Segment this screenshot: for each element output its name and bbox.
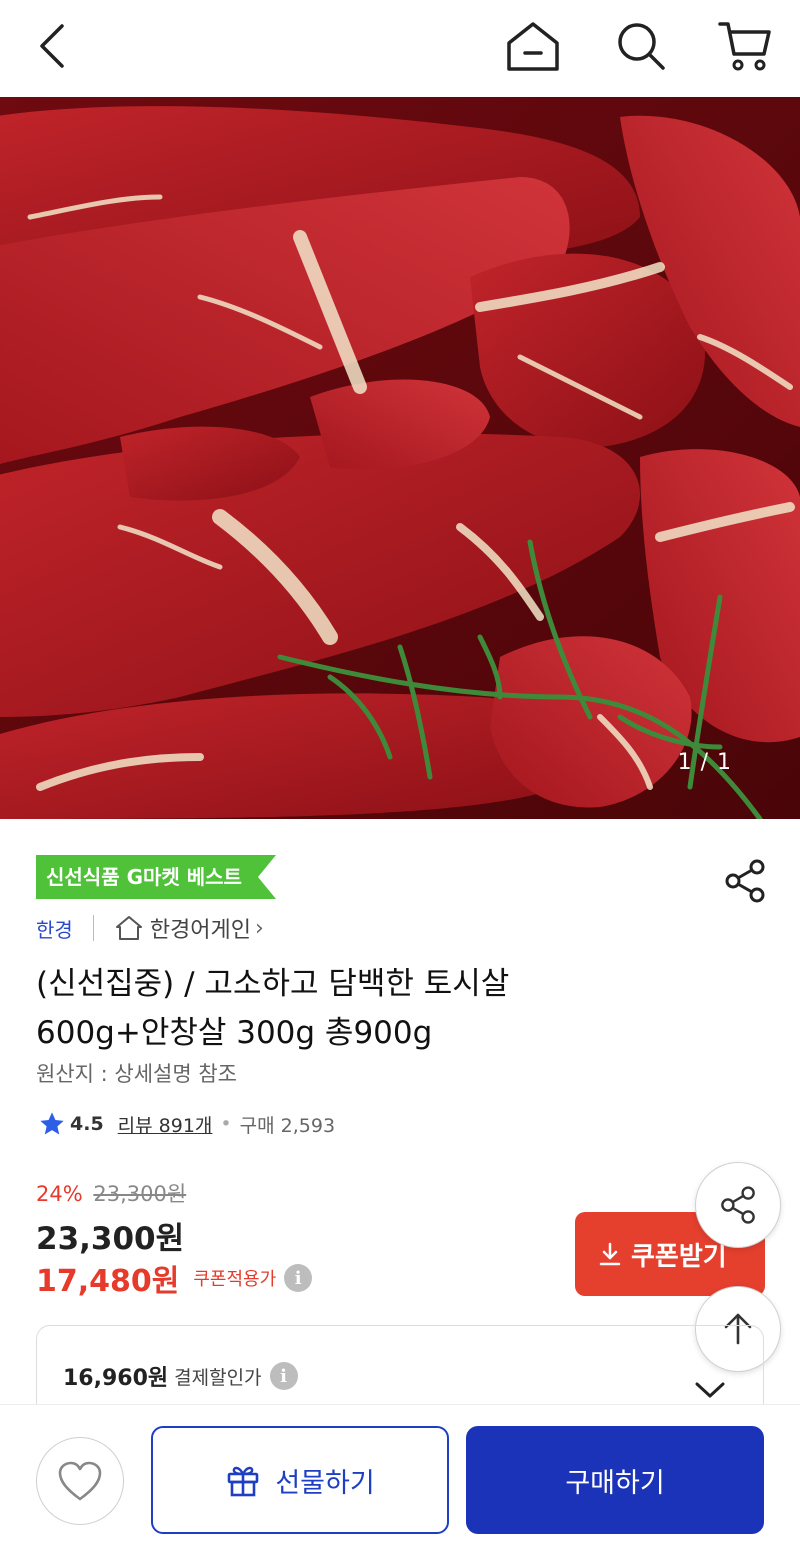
review-link[interactable]: 리뷰 891개 xyxy=(118,1111,213,1138)
badge-row: 신선식품 G마켓 베스트 xyxy=(36,855,276,899)
coupon-price: 17,480원 xyxy=(36,1264,180,1299)
back-button[interactable] xyxy=(22,14,82,78)
store-name-link[interactable]: 한경어게인 xyxy=(150,912,251,944)
floating-share-button[interactable] xyxy=(695,1162,781,1248)
coupon-price-label: 쿠폰적용가 xyxy=(193,1269,277,1290)
bottom-action-bar: 선물하기 구매하기 xyxy=(0,1404,800,1549)
beef-photo xyxy=(0,97,800,819)
cart-icon xyxy=(718,22,771,71)
top-navigation-bar xyxy=(0,0,800,97)
store-home-icon xyxy=(115,916,142,940)
share-icon xyxy=(721,1186,755,1224)
search-button[interactable] xyxy=(608,14,674,78)
image-counter: 1 / 1 xyxy=(677,750,732,775)
buy-button[interactable]: 구매하기 xyxy=(466,1426,764,1534)
product-title-line1: (신선집중) / 고소하고 담백한 토시살 xyxy=(36,966,510,1002)
gift-button[interactable]: 선물하기 xyxy=(151,1426,449,1534)
coupon-price-row: 17,480원 쿠폰적용가 i xyxy=(36,1256,313,1300)
share-icon xyxy=(725,859,765,903)
seller-brand-link[interactable]: 한경 xyxy=(36,914,73,943)
divider xyxy=(92,915,94,941)
star-icon xyxy=(40,1112,64,1135)
heart-icon xyxy=(58,1461,102,1501)
sale-price: 23,300원 xyxy=(36,1221,185,1257)
info-icon[interactable]: i xyxy=(269,1362,298,1390)
info-icon[interactable]: i xyxy=(284,1264,313,1292)
original-price: 23,300원 xyxy=(93,1182,187,1206)
download-icon xyxy=(599,1242,621,1266)
cart-button[interactable] xyxy=(712,14,778,78)
buy-button-label: 구매하기 xyxy=(565,1467,665,1499)
payment-discount-label: 결제할인가 xyxy=(174,1366,262,1389)
discount-rate: 24% xyxy=(36,1182,83,1206)
best-badge: 신선식품 G마켓 베스트 xyxy=(36,855,276,899)
gift-button-label: 선물하기 xyxy=(275,1467,375,1499)
product-image[interactable] xyxy=(0,97,800,819)
back-icon xyxy=(40,24,64,68)
purchase-count: 구매 2,593 xyxy=(239,1114,336,1137)
home-icon xyxy=(507,22,559,71)
product-title: (신선집중) / 고소하고 담백한 토시살 600g+안창살 300g 총900… xyxy=(36,960,676,1058)
separator-dot: • xyxy=(220,1113,232,1135)
chevron-down-icon[interactable] xyxy=(693,1376,727,1406)
rating-row: 4.5 리뷰 891개 • 구매 2,593 xyxy=(38,1110,335,1138)
seller-row: 한경 한경어게인 › xyxy=(36,912,264,944)
product-title-line2: 600g+안창살 300g 총900g xyxy=(36,1015,433,1051)
coupon-button-label: 쿠폰받기 xyxy=(631,1241,727,1272)
gift-icon xyxy=(228,1466,259,1497)
payment-discount-row: 16,960원 결제할인가 i xyxy=(63,1360,298,1392)
discount-row: 24% 23,300원 xyxy=(36,1178,186,1208)
payment-discount-price: 16,960원 xyxy=(63,1366,169,1391)
home-button[interactable] xyxy=(500,14,566,78)
wishlist-button[interactable] xyxy=(36,1437,124,1525)
share-button[interactable] xyxy=(720,856,770,906)
search-icon xyxy=(618,23,665,70)
rating-score: 4.5 xyxy=(70,1113,104,1135)
chevron-right-icon: › xyxy=(255,915,264,941)
origin-info: 원산지 : 상세설명 참조 xyxy=(36,1062,237,1086)
